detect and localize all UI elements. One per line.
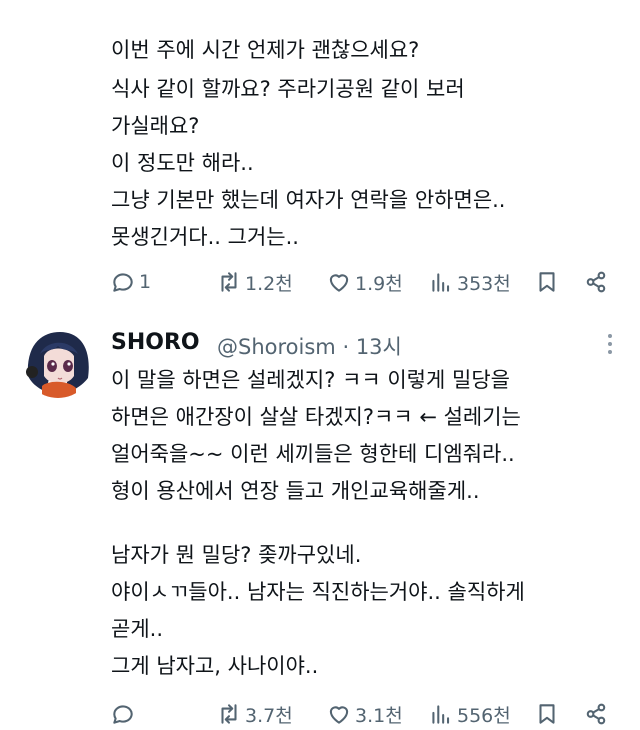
- bookmark-icon: [539, 272, 555, 292]
- like-count: 3.1천: [355, 704, 403, 727]
- post-text-line: 가실래요?: [111, 114, 200, 138]
- reply-icon: [113, 705, 133, 724]
- meta-separator: ·: [342, 335, 350, 359]
- bookmark-icon: [539, 704, 555, 724]
- post-top: 이번 주에 시간 언제가 괜찮으세요? 식사 같이 할까요? 주라기공원 같이 …: [0, 0, 640, 318]
- share-icon: [586, 703, 606, 725]
- post-text-line: 그냥 기본만 했는데 여자가 연락을 안하면은..: [111, 188, 506, 212]
- author-meta: @Shoroism · 13시: [217, 331, 402, 361]
- bookmark-button[interactable]: [534, 266, 560, 298]
- views-count: 353천: [457, 272, 511, 295]
- more-icon: [596, 334, 624, 354]
- reply-button[interactable]: 1: [110, 266, 151, 298]
- like-button[interactable]: 3.1천: [326, 698, 403, 730]
- author-name[interactable]: SHORO: [111, 330, 200, 355]
- repost-icon: [221, 272, 237, 292]
- post-text-line: 식사 같이 할까요? 주라기공원 같이 보러: [111, 77, 465, 101]
- repost-count: 3.7천: [245, 704, 293, 727]
- bookmark-button[interactable]: [534, 698, 560, 730]
- reply-count: 1: [139, 271, 152, 293]
- views-icon: [432, 273, 450, 292]
- post-text-line: 못생긴거다.. 그거는..: [111, 225, 299, 249]
- post-text-line: 이번 주에 시간 언제가 괜찮으세요?: [111, 38, 420, 62]
- post-text-line: 형이 용산에서 연장 들고 개인교육해줄게..: [111, 479, 480, 503]
- like-count: 1.9천: [355, 272, 403, 295]
- repost-count: 1.2천: [245, 272, 293, 295]
- avatar-image: [22, 326, 94, 398]
- post-text-line: 그게 남자고, 사나이야..: [111, 654, 319, 678]
- avatar[interactable]: [22, 326, 94, 398]
- action-bar: 3.7천 3.1천 556천: [106, 698, 626, 730]
- repost-icon: [221, 704, 237, 724]
- share-button[interactable]: [583, 266, 609, 298]
- reply-button[interactable]: [110, 698, 139, 730]
- post-text-line: 남자가 뭔 밀당? 좆까구있네.: [111, 543, 362, 567]
- share-button[interactable]: [583, 698, 609, 730]
- repost-button[interactable]: 3.7천: [216, 698, 293, 730]
- repost-button[interactable]: 1.2천: [216, 266, 293, 298]
- share-icon: [586, 271, 606, 293]
- post-text-line: 야이ㅅㄲ들아.. 남자는 직진하는거야.. 솔직하게: [111, 580, 525, 604]
- more-button[interactable]: [596, 330, 624, 358]
- views-count: 556천: [457, 704, 511, 727]
- post-text-line: 얼어죽을~~ 이런 세끼들은 형한테 디엠줘라..: [111, 442, 515, 466]
- post-time[interactable]: 13시: [356, 335, 402, 359]
- like-button[interactable]: 1.9천: [326, 266, 403, 298]
- post-text-line: 이 말을 하면은 설레겠지? ㅋㅋ 이렇게 밀당을: [111, 368, 510, 392]
- author-handle[interactable]: @Shoroism: [217, 335, 336, 359]
- views-button[interactable]: 556천: [428, 698, 511, 730]
- action-bar: 1 1.2천 1.9천 353천: [106, 266, 626, 298]
- heart-icon: [329, 706, 349, 724]
- views-button[interactable]: 353천: [428, 266, 511, 298]
- post-text-line: 이 정도만 해라..: [111, 151, 254, 175]
- post-text-line: 곧게..: [111, 617, 163, 641]
- heart-icon: [329, 274, 349, 292]
- reply-icon: [113, 273, 133, 292]
- post-text-line: 하면은 애간장이 살살 타겠지?ㅋㅋ ← 설레기는: [111, 405, 521, 429]
- views-icon: [432, 705, 450, 724]
